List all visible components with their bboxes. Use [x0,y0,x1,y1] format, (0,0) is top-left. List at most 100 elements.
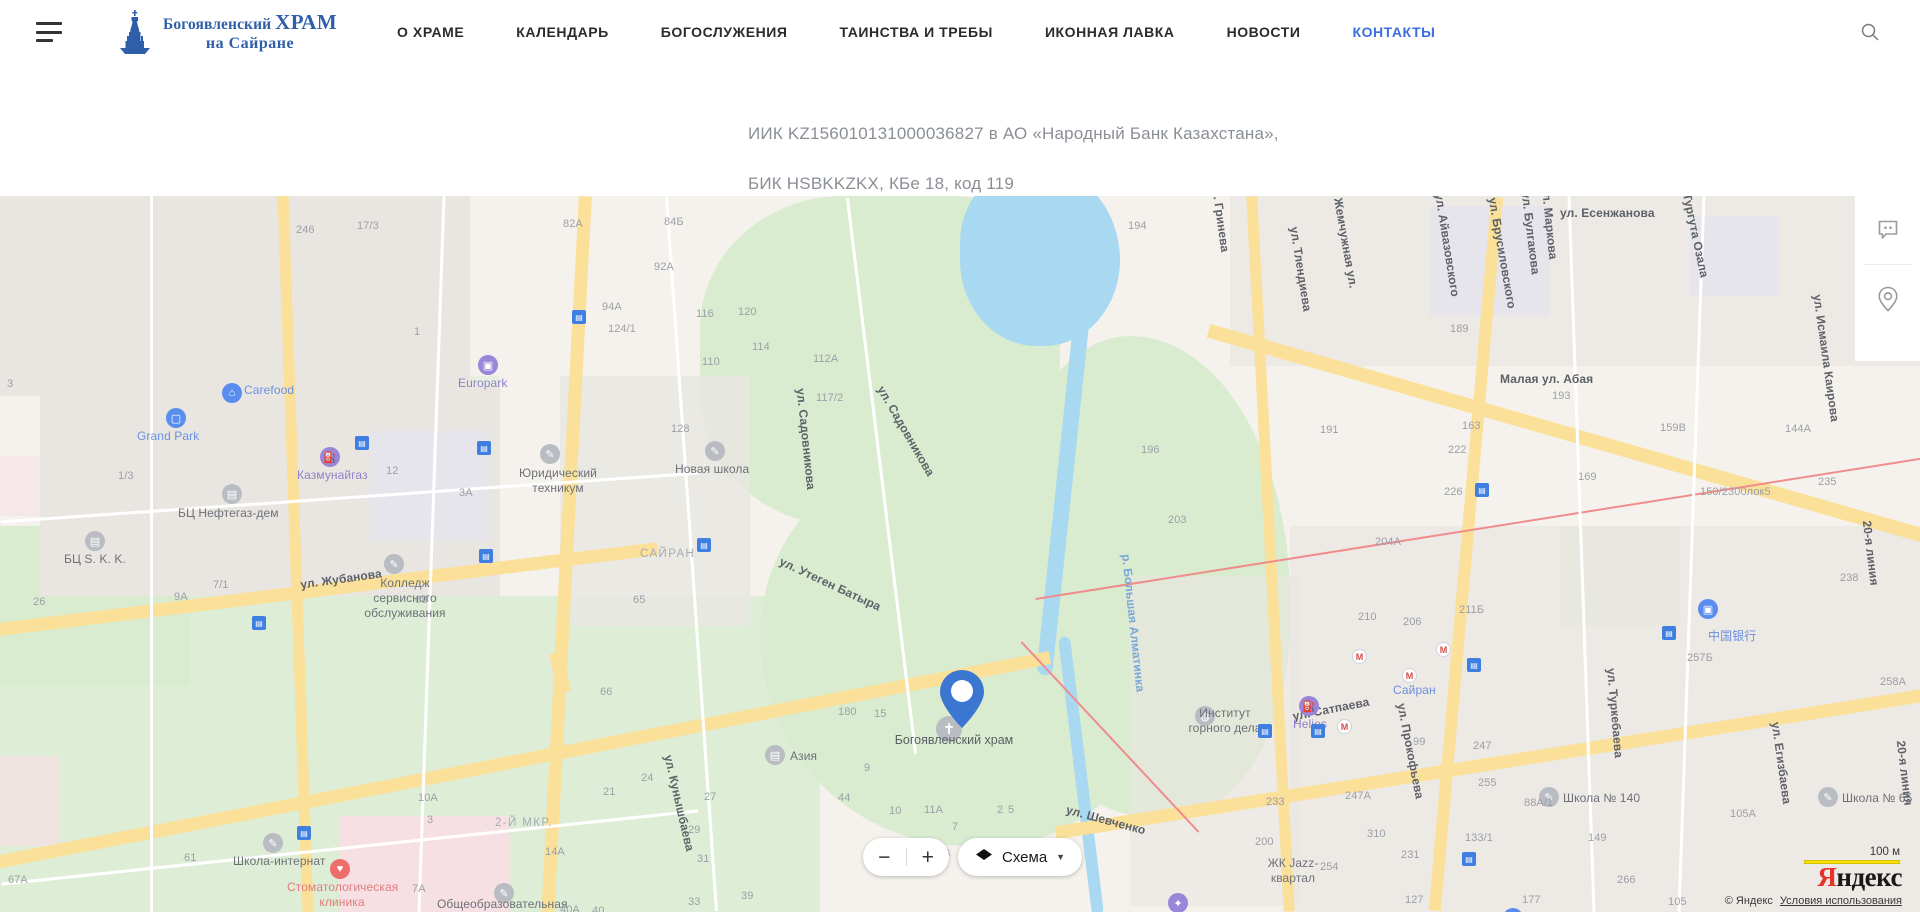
nav-item-about[interactable]: О ХРАМЕ [397,24,464,40]
map-poi-label[interactable]: 中国银行 [1708,627,1756,644]
church-logo-icon [120,10,150,54]
map-house-number: 124/1 [608,323,637,335]
school-icon[interactable]: ✎ [705,441,725,461]
zoom-out-button[interactable]: − [863,838,906,876]
map-canvas[interactable]: САЙРАН 2-Й МКР. 5-Й МКР. ул. Жубанова ул… [0,196,1920,912]
map-poi-label[interactable]: Школа-интернат [233,854,325,868]
church-location-marker[interactable] [938,669,986,729]
map-layer-switcher[interactable]: Схема ▼ [958,838,1083,876]
metro-icon[interactable]: M [1436,642,1451,657]
map-house-number: 189 [1450,323,1469,335]
yandex-logo-ya: Я [1817,862,1837,892]
map-house-number: 210 [1358,611,1377,623]
map-house-number: 238 [1840,572,1859,584]
cart-icon[interactable]: ⌂ [222,383,242,403]
tooth-icon[interactable]: ♥ [330,859,350,879]
business-icon[interactable]: ▤ [85,531,105,551]
map-poi-label[interactable]: Колледж сервисного обслуживания [355,576,455,621]
map-zoom-controls[interactable]: − + [863,838,949,876]
map-poi-label[interactable]: БЦ S. K. K. [64,552,126,566]
metro-icon[interactable]: M [1337,719,1352,734]
map-poi-label[interactable]: Юридический техникум [508,466,608,496]
bank-account-line: ИИК KZ156010131000036827 в АО «Народный … [748,124,1279,143]
school-icon[interactable]: ✎ [384,554,404,574]
church-poi-label[interactable]: Богоявленский храм [889,733,1019,749]
bus-stop-icon[interactable]: ▤ [572,310,586,324]
map-poi-label[interactable]: Казмунайгаз [297,468,368,482]
map-street-label: ул. Есенжанова [1560,206,1655,220]
bus-stop-icon[interactable]: ▤ [355,436,369,450]
yandex-logo[interactable]: Яндекс [1817,864,1902,891]
map-poi-label[interactable]: Институт горного дела [1185,706,1265,736]
bus-stop-icon[interactable]: ▤ [1467,658,1481,672]
map-house-number: 169 [1578,471,1597,483]
map-poi-label[interactable]: Carefood [244,383,294,397]
shop-icon[interactable]: ▣ [478,355,498,375]
business-icon[interactable]: ▤ [765,745,785,765]
school-icon[interactable]: ✎ [1818,787,1838,807]
map-poi-label[interactable]: Europark [458,376,508,390]
map-house-number: 246 [296,224,315,236]
bus-stop-icon[interactable]: ▤ [477,441,491,455]
site-header: Богоявленский ХРАМ на Сайране О ХРАМЕ КА… [0,0,1920,64]
map-house-number: 3 [7,378,14,390]
nav-item-icon-shop[interactable]: ИКОННАЯ ЛАВКА [1045,24,1175,40]
map-house-number: 127 [1405,894,1424,906]
bus-stop-icon[interactable]: ▤ [1258,724,1272,738]
feedback-icon [1878,220,1898,239]
bag-icon[interactable]: ▢ [166,408,186,428]
map-layer-label: Схема [1002,848,1048,866]
location-pin-icon [1878,286,1898,312]
map-house-number: 211Б [1459,604,1485,616]
main-navigation: О ХРАМЕ КАЛЕНДАРЬ БОГОСЛУЖЕНИЯ ТАИНСТВА … [397,24,1435,40]
map-poi-label[interactable]: Школа № 65 [1842,791,1912,805]
bus-stop-icon[interactable]: ▤ [297,826,311,840]
nav-item-news[interactable]: НОВОСТИ [1227,24,1301,40]
bus-stop-icon[interactable]: ▤ [1462,852,1476,866]
map-building-block [560,376,750,626]
map-house-number: 120 [738,306,757,318]
map-poi-label[interactable]: Grand Park [137,429,199,443]
zoom-in-button[interactable]: + [907,838,950,876]
bus-stop-icon[interactable]: ▤ [479,549,493,563]
school-icon[interactable]: ✎ [263,833,283,853]
yandex-map[interactable]: САЙРАН 2-Й МКР. 5-Й МКР. ул. Жубанова ул… [0,196,1920,912]
map-street [150,196,153,912]
bus-stop-icon[interactable]: ▤ [1475,483,1489,497]
bank-icon[interactable]: ▣ [1698,599,1718,619]
map-terms-link[interactable]: Условия использования [1780,895,1902,907]
bus-stop-icon[interactable]: ▤ [252,616,266,630]
map-poi-label[interactable]: Школа № 140 [1563,791,1640,805]
fuel-icon[interactable]: ⛽ [1299,696,1319,716]
map-house-number: 105 [1668,896,1687,908]
map-house-number: 255 [1478,777,1497,789]
metro-icon[interactable]: M [1402,668,1417,683]
map-house-number: 150/2300лок5 [1700,486,1771,498]
map-my-location-button[interactable] [1855,265,1920,333]
business-icon[interactable]: ▤ [222,484,242,504]
fuel-icon[interactable]: ⛽ [320,447,340,467]
map-poi-label[interactable]: Сайран [1393,683,1436,697]
sport-icon[interactable]: ✦ [1168,893,1188,912]
bus-stop-icon[interactable]: ▤ [1311,724,1325,738]
map-poi-label[interactable]: Общеобразовательная школа № 104 [437,897,568,912]
map-house-number: 7А [412,883,426,895]
nav-item-contacts[interactable]: КОНТАКТЫ [1352,24,1435,40]
hamburger-menu-icon[interactable] [36,22,62,42]
nav-item-sacraments[interactable]: ТАИНСТВА И ТРЕБЫ [840,24,993,40]
map-poi-label[interactable]: Новая школа [675,462,749,476]
map-building-block [0,196,470,396]
metro-icon[interactable]: M [1352,649,1367,664]
search-icon[interactable] [1856,18,1884,46]
site-logo[interactable]: Богоявленский ХРАМ на Сайране [114,7,337,57]
bus-stop-icon[interactable]: ▤ [697,538,711,552]
map-poi-label[interactable]: Азия [790,749,817,763]
map-poi-label[interactable]: Стоматологическая клиника [287,880,398,910]
map-feedback-button[interactable] [1855,196,1920,264]
nav-item-calendar[interactable]: КАЛЕНДАРЬ [516,24,609,40]
school-icon[interactable]: ✎ [540,444,560,464]
bank-bic-line: БИК HSBKKZKX, КБе 18, код 119 [748,174,1014,193]
nav-item-services[interactable]: БОГОСЛУЖЕНИЯ [661,24,788,40]
bus-stop-icon[interactable]: ▤ [1662,626,1676,640]
map-poi-label[interactable]: БЦ Нефтегаз-дем [178,506,279,520]
